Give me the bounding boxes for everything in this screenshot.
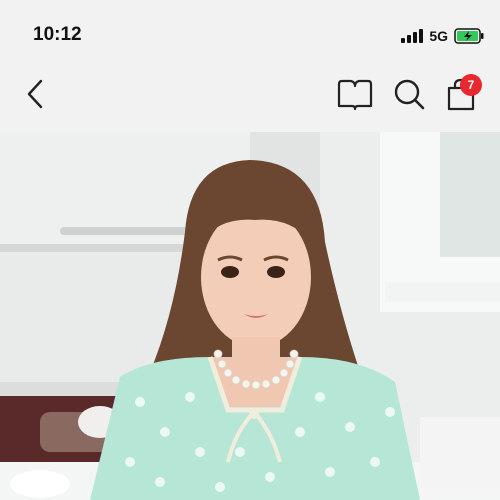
cart-count-badge: 7 (460, 74, 482, 96)
chevron-left-icon[interactable] (20, 78, 52, 110)
status-time: 10:12 (33, 24, 82, 45)
product-photo[interactable] (0, 132, 500, 500)
top-nav-bar (0, 68, 500, 132)
status-indicators: 5G (401, 26, 484, 46)
book-icon[interactable] (336, 76, 374, 112)
signal-bars-icon (401, 29, 424, 43)
battery-charging-icon (454, 28, 484, 44)
product-photo-illustration (0, 132, 500, 500)
network-type: 5G (429, 28, 448, 44)
search-icon[interactable] (390, 76, 428, 112)
status-bar: 10:12 5G (0, 0, 500, 68)
